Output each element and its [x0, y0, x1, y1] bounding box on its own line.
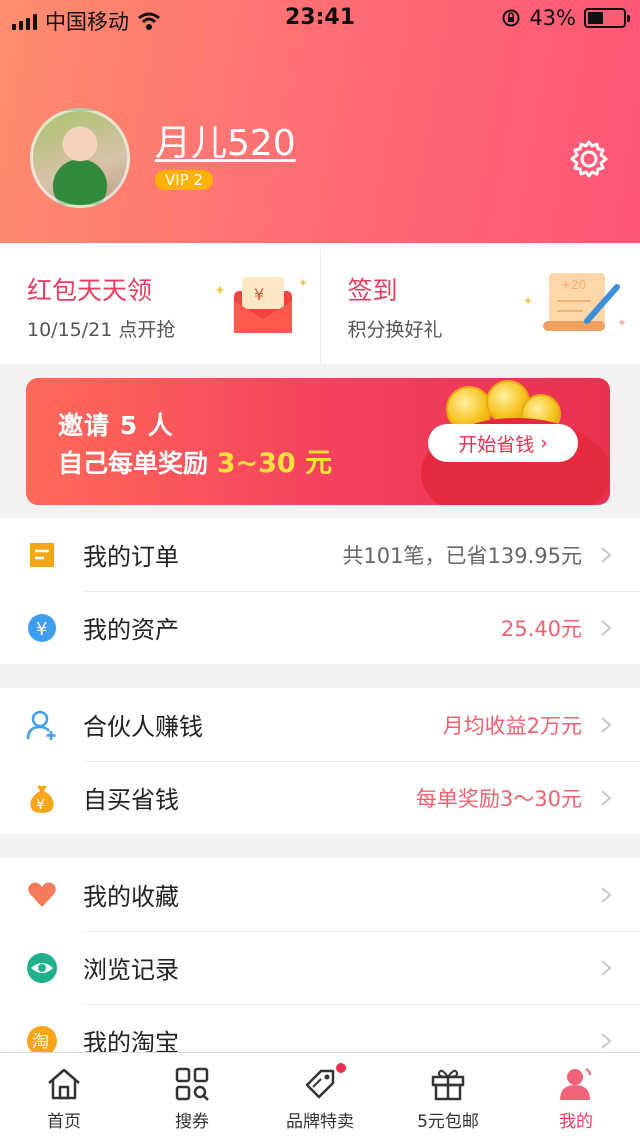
menu-row-assets[interactable]: ¥ 我的资产 25.40元 — [0, 591, 640, 664]
notification-dot — [336, 1063, 346, 1073]
vip-badge: VIP 2 — [155, 170, 214, 190]
chevron-right-icon — [601, 887, 612, 903]
order-icon — [30, 543, 54, 567]
svg-text:¥: ¥ — [36, 619, 47, 640]
eye-icon — [27, 953, 57, 983]
tab-search-coupon[interactable]: 搜券 — [128, 1053, 256, 1138]
menu-group-orders: 我的订单 共101笔，已省139.95元 ¥ 我的资产 25.40元 — [0, 518, 640, 664]
red-envelope-icon: ✦ ✦ ¥ — [214, 276, 308, 333]
chevron-right-icon: › — [540, 432, 548, 454]
svg-text:✦: ✦ — [298, 276, 308, 290]
invite-banner[interactable]: 邀请 5 人 自己每单奖励 3~30 元 开始省钱 › — [26, 378, 610, 505]
gear-icon[interactable] — [568, 138, 610, 180]
add-user-icon — [26, 710, 56, 740]
chevron-right-icon — [601, 1033, 612, 1049]
avatar[interactable] — [30, 108, 130, 208]
sign-in-card[interactable]: 签到 积分换好礼 ✦ ✦ +20 — [319, 243, 640, 364]
svg-text:淘: 淘 — [32, 1032, 49, 1052]
yuan-icon: ¥ — [28, 614, 56, 642]
svg-text:✦: ✦ — [523, 294, 533, 308]
status-bar: 中国移动 23:41 43% — [0, 0, 640, 36]
battery-icon — [584, 8, 630, 28]
battery-percent: 43% — [529, 6, 576, 30]
profile-icon — [560, 1068, 591, 1100]
battery-level — [588, 12, 603, 24]
chevron-right-icon — [601, 960, 612, 976]
start-saving-button[interactable]: 开始省钱 › — [428, 424, 578, 462]
profile-header: 中国移动 23:41 43% 月儿520 VIP 2 — [0, 0, 640, 243]
search-coupon-icon — [175, 1067, 209, 1101]
svg-text:✦: ✦ — [214, 283, 226, 299]
chevron-right-icon — [601, 547, 612, 563]
tag-icon — [305, 1069, 335, 1099]
menu-row-partner[interactable]: 合伙人赚钱 月均收益2万元 — [0, 688, 640, 761]
username[interactable]: 月儿520 — [155, 114, 296, 166]
scroll-pen-icon: ✦ ✦ +20 — [523, 273, 627, 331]
menu-row-orders[interactable]: 我的订单 共101笔，已省139.95元 — [0, 518, 640, 591]
svg-text:✦: ✦ — [617, 316, 627, 330]
heart-icon — [28, 882, 56, 907]
tab-bar: 首页 搜券 品牌特卖 5元包邮 我的 — [0, 1052, 640, 1138]
menu-row-favorites[interactable]: 我的收藏 — [0, 858, 640, 931]
red-packet-card[interactable]: 红包天天领 10/15/21 点开抢 ✦ ✦ ¥ — [0, 243, 320, 364]
rotation-lock-icon — [502, 9, 520, 27]
menu-group-earn: 合伙人赚钱 月均收益2万元 ¥ 自买省钱 每单奖励3～30元 — [0, 688, 640, 834]
svg-text:¥: ¥ — [254, 285, 264, 304]
svg-text:+20: +20 — [561, 278, 586, 292]
menu-row-history[interactable]: 浏览记录 — [0, 931, 640, 1004]
tab-home[interactable]: 首页 — [0, 1053, 128, 1138]
menu-row-self-buy[interactable]: ¥ 自买省钱 每单奖励3～30元 — [0, 761, 640, 834]
chevron-right-icon — [601, 790, 612, 806]
tab-free-shipping[interactable]: 5元包邮 — [384, 1053, 512, 1138]
gift-icon — [431, 1069, 465, 1101]
menu-group-personal: 我的收藏 浏览记录 淘 我的淘宝 — [0, 858, 640, 1077]
money-bag-icon: ¥ — [30, 786, 54, 813]
quick-cards: 红包天天领 10/15/21 点开抢 ✦ ✦ ¥ 签到 积分换好礼 ✦ ✦ +2… — [0, 243, 640, 364]
tab-brand-sale[interactable]: 品牌特卖 — [256, 1053, 384, 1138]
chevron-right-icon — [601, 717, 612, 733]
svg-text:¥: ¥ — [36, 797, 45, 813]
tab-mine[interactable]: 我的 — [512, 1053, 640, 1138]
home-icon — [48, 1068, 80, 1100]
chevron-right-icon — [601, 620, 612, 636]
